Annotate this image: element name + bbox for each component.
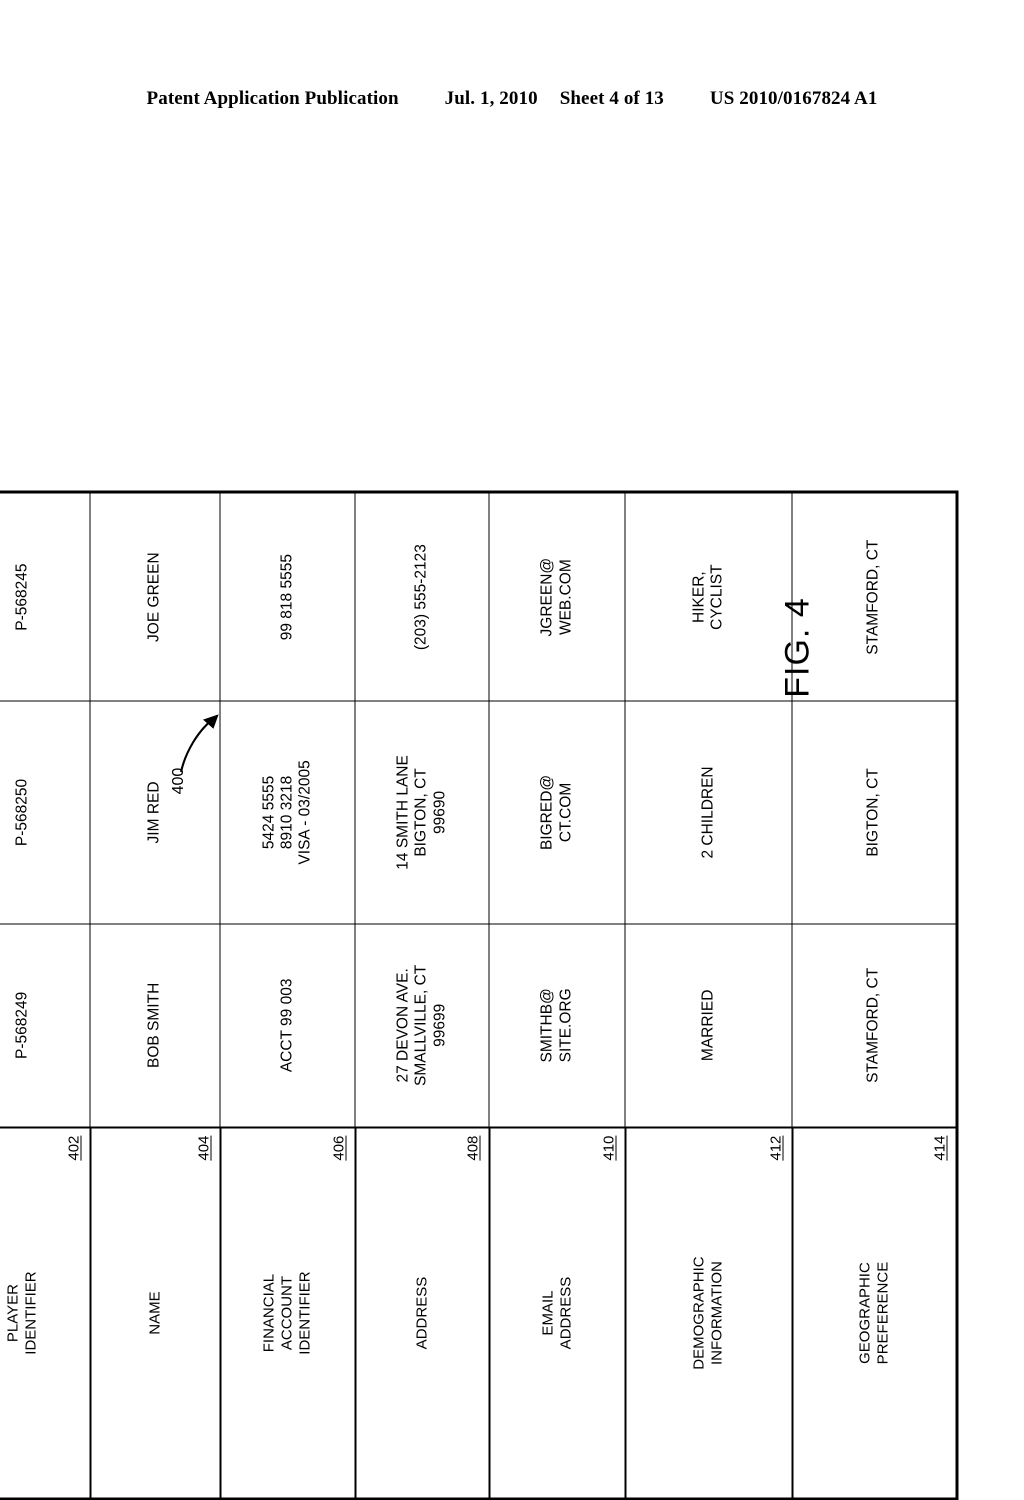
column-header-404: NAME 404 bbox=[89, 1127, 220, 1499]
column-header-numeral: 408 bbox=[463, 1135, 481, 1161]
column-header-label: FINANCIAL ACCOUNT IDENTIFIER bbox=[260, 1270, 313, 1355]
table-cell: JOE GREEN bbox=[89, 491, 220, 701]
publication-date: Jul. 1, 2010 bbox=[444, 88, 538, 109]
column-header-numeral: 410 bbox=[599, 1135, 617, 1161]
table-field-row: FINANCIAL ACCOUNT IDENTIFIER 406 ACCT 99 0… bbox=[219, 491, 355, 1499]
publication-title: Patent Application Publication bbox=[146, 88, 399, 109]
column-header-label: ADDRESS bbox=[412, 1276, 430, 1349]
column-header-label: PLAYER IDENTIFIER bbox=[4, 1270, 40, 1355]
column-header-numeral: 406 bbox=[329, 1135, 347, 1161]
column-header-label: GEOGRAPHIC PREFERENCE bbox=[855, 1261, 891, 1364]
table-cell: BIGTON, CT bbox=[791, 700, 957, 924]
table-cell: P-568250 bbox=[0, 700, 90, 924]
column-header-numeral: 412 bbox=[766, 1135, 784, 1161]
table-cell: JGREEN@ WEB.COM bbox=[488, 491, 625, 701]
table-cell: (203) 555-2123 bbox=[354, 491, 489, 701]
column-header-408: ADDRESS 408 bbox=[354, 1127, 489, 1499]
column-header-numeral: 414 bbox=[931, 1135, 948, 1161]
table-cell: 5424 5555 8910 3218 VISA - 03/2005 bbox=[219, 700, 355, 924]
column-header-numeral: 404 bbox=[194, 1135, 212, 1161]
column-header-410: EMAIL ADDRESS 410 bbox=[488, 1127, 625, 1499]
table-cell: JIM RED bbox=[89, 700, 220, 924]
table-cell: STAMFORD, CT bbox=[791, 491, 957, 701]
table-field-row: ADDRESS 408 27 DEVON AVE. SMALLVILLE, CT 9… bbox=[354, 491, 489, 1499]
table-cell: P-568245 bbox=[0, 491, 90, 701]
table-field-row: DEMOGRAPHIC INFORMATION 412 MARRIED 2 CHILD… bbox=[624, 491, 792, 1499]
table-cell: SMITHB@ SITE.ORG bbox=[488, 923, 625, 1128]
sheet-number: Sheet 4 of 13 bbox=[559, 88, 664, 109]
table-cell: 99 818 5555 bbox=[219, 491, 355, 701]
table-cell: HIKER, CYCLIST bbox=[624, 491, 792, 701]
table-body: PLAYER IDENTIFIER 402 P-568249 P-568250 P-56… bbox=[0, 491, 957, 1499]
table-field-row: NAME 404 BOB SMITH JIM RED JOE GREEN bbox=[89, 491, 220, 1499]
table-cell: P-568249 bbox=[0, 923, 90, 1128]
table-field-row: PLAYER IDENTIFIER 402 P-568249 P-568250 P-56… bbox=[0, 491, 90, 1499]
column-header-label: EMAIL ADDRESS bbox=[538, 1276, 574, 1349]
column-header-406: FINANCIAL ACCOUNT IDENTIFIER 406 bbox=[219, 1127, 355, 1499]
column-header-412: DEMOGRAPHIC INFORMATION 412 bbox=[624, 1127, 792, 1499]
patent-number: US 2010/0167824 A1 bbox=[709, 88, 878, 109]
table-field-row: GEOGRAPHIC PREFERENCE 414 STAMFORD, CT BIGT… bbox=[791, 491, 957, 1499]
table-cell: 14 SMITH LANE BIGTON, CT 99690 bbox=[354, 700, 489, 924]
column-header-label: NAME bbox=[145, 1290, 163, 1335]
column-header-numeral: 402 bbox=[64, 1135, 82, 1161]
table-cell: BIGRED@ CT.COM bbox=[488, 700, 625, 924]
table-field-row: EMAIL ADDRESS 410 SMITHB@ SITE.ORG BIGRED@ … bbox=[488, 491, 625, 1499]
table-cell: ACCT 99 003 bbox=[219, 923, 355, 1128]
table-cell: 27 DEVON AVE. SMALLVILLE, CT 99699 bbox=[354, 923, 489, 1128]
column-header-402: PLAYER IDENTIFIER 402 bbox=[0, 1127, 90, 1499]
page-header: Patent Application Publication Jul. 1, 2… bbox=[0, 88, 1024, 110]
player-records-grid: PLAYER IDENTIFIER 402 P-568249 P-568250 P-56… bbox=[0, 490, 958, 1500]
table-cell: MARRIED bbox=[624, 923, 792, 1128]
table-cell: 2 CHILDREN bbox=[624, 700, 792, 924]
table-cell: BOB SMITH bbox=[89, 923, 220, 1128]
player-records-table: PLAYER IDENTIFIER 402 P-568249 P-568250 P-56… bbox=[0, 180, 957, 1499]
table-cell: STAMFORD, CT bbox=[791, 923, 957, 1128]
column-header-414: GEOGRAPHIC PREFERENCE 414 bbox=[791, 1127, 957, 1499]
column-header-label: DEMOGRAPHIC INFORMATION bbox=[690, 1255, 725, 1370]
